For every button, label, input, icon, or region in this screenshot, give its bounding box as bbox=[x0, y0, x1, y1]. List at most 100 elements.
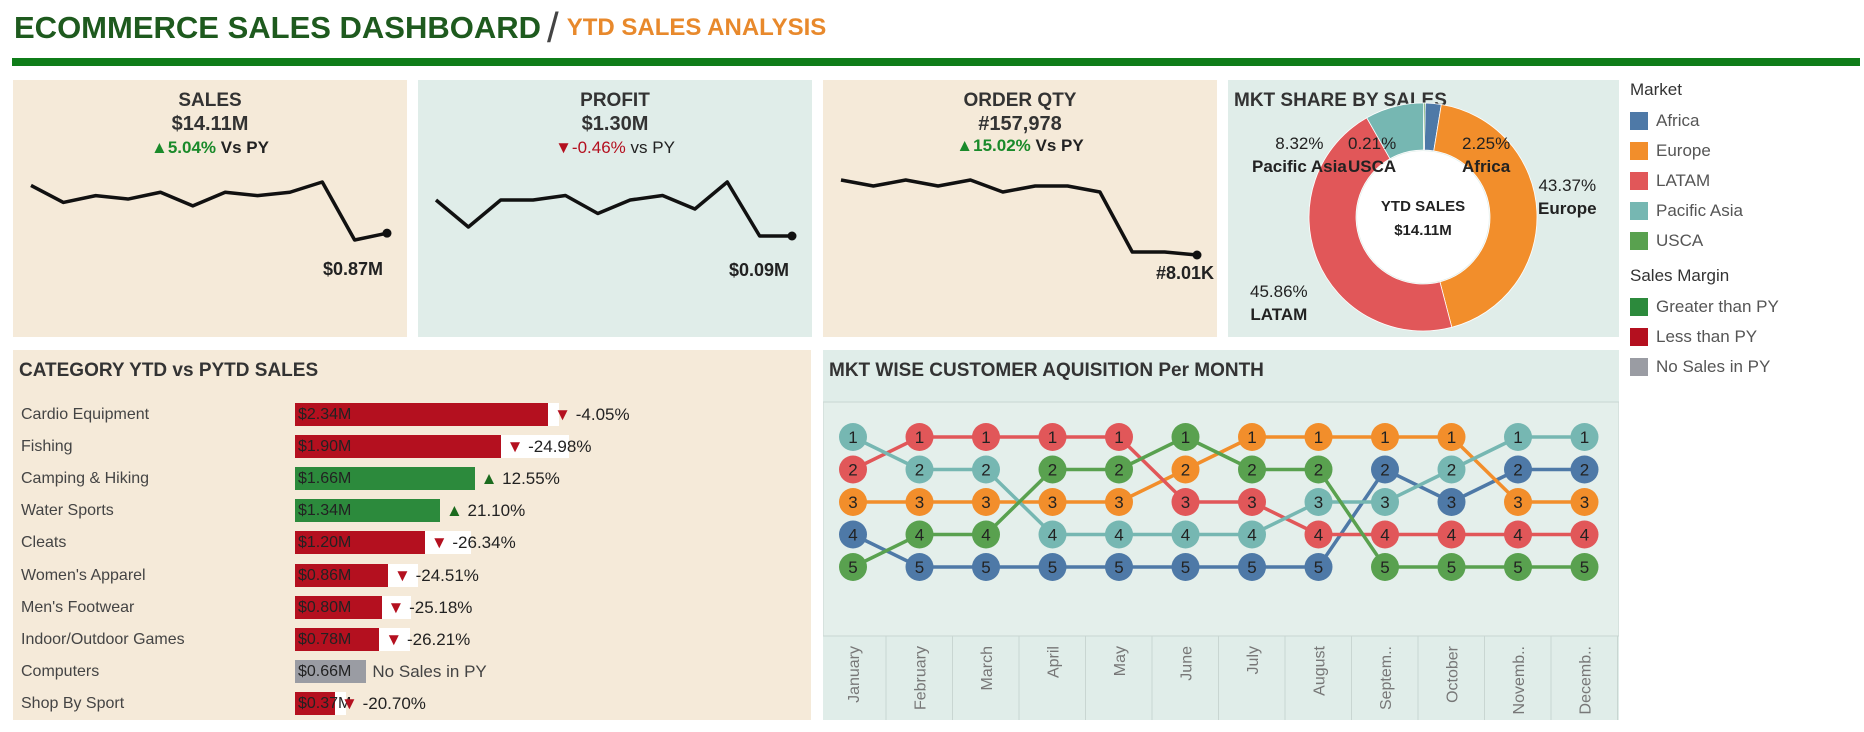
legend-label: Africa bbox=[1656, 111, 1700, 130]
kpi-card-order-qty[interactable]: ORDER QTY #157,978 ▲15.02% Vs PY #8.01K bbox=[823, 80, 1217, 337]
orders-trend-line bbox=[840, 178, 1198, 257]
legend-market-europe[interactable]: Europe bbox=[1630, 136, 1860, 166]
bump-rank-label: 4 bbox=[1513, 526, 1522, 545]
acquisition-panel: MKT WISE CUSTOMER AQUISITION Per MONTH 4… bbox=[823, 350, 1619, 720]
kpi-card-profit[interactable]: PROFIT $1.30M ▼-0.46% vs PY $0.09M bbox=[418, 80, 812, 337]
bump-rank-label: 5 bbox=[1447, 558, 1456, 577]
kpi-sales-last-value: $0.87M bbox=[323, 259, 384, 279]
kpi-profit-last-value: $0.09M bbox=[729, 260, 790, 280]
market-share-panel: MKT SHARE BY SALES YTD SALES $14.11M 8.32… bbox=[1228, 80, 1619, 337]
legend-swatch bbox=[1630, 142, 1648, 160]
donut-center-title: YTD SALES bbox=[1381, 198, 1465, 215]
bump-rank-label: 3 bbox=[1513, 493, 1522, 512]
bump-rank-label: 4 bbox=[1114, 526, 1123, 545]
category-change: ▼ -25.18% bbox=[388, 598, 473, 618]
bump-rank-label: 4 bbox=[915, 526, 924, 545]
category-row[interactable]: Cleats $1.20M ▼ -26.34% bbox=[13, 530, 811, 557]
legend-margin-no-sales-in-py[interactable]: No Sales in PY bbox=[1630, 352, 1860, 382]
category-row[interactable]: Water Sports $1.34M ▲ 21.10% bbox=[13, 498, 811, 525]
donut-center-value: $14.11M bbox=[1394, 222, 1452, 239]
donut-pct-latam: 45.86% bbox=[1250, 282, 1308, 301]
category-change: No Sales in PY bbox=[372, 662, 486, 682]
legend-swatch bbox=[1630, 232, 1648, 250]
donut-pct-pacific-asia: 8.32% bbox=[1275, 134, 1324, 153]
category-ytd-value: $1.34M bbox=[298, 502, 352, 520]
legend-swatch bbox=[1630, 172, 1648, 190]
bump-rank-label: 3 bbox=[915, 493, 924, 512]
category-name: Fishing bbox=[21, 438, 73, 456]
donut-name-latam: LATAM bbox=[1250, 305, 1308, 324]
bump-rank-label: 2 bbox=[1314, 461, 1323, 480]
legend-margin-less-than-py[interactable]: Less than PY bbox=[1630, 322, 1860, 352]
profit-trend-last-point bbox=[787, 231, 797, 241]
legend-label: Less than PY bbox=[1656, 327, 1758, 346]
bump-rank-label: 1 bbox=[1048, 428, 1057, 447]
donut-pct-usca: 0.21% bbox=[1348, 134, 1397, 153]
category-ytd-value: $2.34M bbox=[298, 406, 352, 423]
header-divider-bar bbox=[12, 58, 1860, 66]
category-ytd-value: $1.90M bbox=[298, 438, 352, 456]
category-change: ▼ -24.98% bbox=[507, 437, 592, 457]
category-change-value: No Sales in PY bbox=[372, 661, 487, 681]
legend-market-pacific-asia[interactable]: Pacific Asia bbox=[1630, 196, 1860, 226]
kpi-orders-last-value: #8.01K bbox=[1156, 263, 1215, 283]
category-row[interactable]: Computers $0.66M No Sales in PY bbox=[13, 659, 811, 686]
legend-market-africa[interactable]: Africa bbox=[1630, 106, 1860, 136]
category-change-value: -24.51% bbox=[415, 565, 479, 585]
bump-rank-label: 2 bbox=[1380, 461, 1389, 480]
legend-market-list: Africa Europe LATAM Pacific Asia USCA bbox=[1630, 106, 1860, 256]
bump-rank-label: 3 bbox=[981, 493, 990, 512]
legend-swatch bbox=[1630, 358, 1648, 376]
category-row[interactable]: Camping & Hiking $1.66M ▲ 12.55% bbox=[13, 466, 811, 493]
category-change-value: -26.21% bbox=[406, 629, 471, 649]
legend-label: No Sales in PY bbox=[1656, 357, 1771, 376]
legend-swatch bbox=[1630, 202, 1648, 220]
bump-rank-label: 4 bbox=[848, 526, 857, 545]
month-label: March bbox=[979, 646, 996, 690]
month-label: Septem.. bbox=[1378, 646, 1395, 710]
category-change-value: -24.98% bbox=[528, 437, 592, 457]
donut-label-africa: 2.25% Africa bbox=[1462, 132, 1510, 178]
category-ytd-value: $1.20M bbox=[298, 534, 352, 552]
bump-rank-label: 2 bbox=[1114, 461, 1123, 480]
kpi-card-sales[interactable]: SALES $14.11M ▲5.04% Vs PY $0.87M bbox=[13, 80, 407, 337]
category-row[interactable]: Shop By Sport $0.37M ▼ -20.70% bbox=[13, 691, 811, 718]
legend-market-latam[interactable]: LATAM bbox=[1630, 166, 1860, 196]
kpi-orders-sparkline bbox=[840, 178, 1202, 260]
category-name: Camping & Hiking bbox=[21, 470, 150, 488]
legend-margin-greater-than-py[interactable]: Greater than PY bbox=[1630, 292, 1860, 322]
category-change-value: -20.70% bbox=[362, 693, 426, 713]
category-ytd-value: $0.66M bbox=[298, 662, 352, 680]
kpi-sales-sparkline bbox=[30, 180, 392, 242]
bump-rank-label: 1 bbox=[1247, 428, 1256, 447]
category-row[interactable]: Indoor/Outdoor Games $0.78M ▼ -26.21% bbox=[13, 627, 811, 654]
legend-label: Greater than PY bbox=[1656, 297, 1779, 316]
category-change-value: -26.34% bbox=[452, 533, 516, 553]
category-change: ▼ -26.34% bbox=[431, 533, 516, 553]
category-ytd-value: $1.66M bbox=[298, 470, 352, 488]
donut-pct-europe: 43.37% bbox=[1538, 176, 1597, 195]
category-name: Shop By Sport bbox=[21, 694, 125, 712]
category-row[interactable]: Cardio Equipment $2.34M ▼ -4.05% bbox=[13, 402, 811, 429]
down-triangle-icon: ▼ bbox=[387, 597, 410, 617]
category-row[interactable]: Fishing $1.90M ▼ -24.98% bbox=[13, 434, 811, 461]
month-label: October bbox=[1445, 645, 1462, 703]
bump-rank-label: 4 bbox=[1580, 526, 1589, 545]
month-label: Novemb.. bbox=[1511, 646, 1528, 714]
bump-rank-label: 4 bbox=[981, 526, 990, 545]
category-row[interactable]: Women's Apparel $0.86M ▼ -24.51% bbox=[13, 563, 811, 590]
legend-label: USCA bbox=[1656, 231, 1704, 250]
bump-rank-label: 1 bbox=[1314, 428, 1323, 447]
down-triangle-icon: ▼ bbox=[506, 437, 529, 457]
acquisition-bump-chart[interactable]: 4 5 5 5 5 5 5 5 2 3 2 2 3 3 3 3 3 2 1 1 1 1 3 3 2 1 1 1 1 3 3 4 4 4 4 4 1 2 2 4… bbox=[823, 350, 1619, 720]
bump-rank-label: 3 bbox=[1314, 493, 1323, 512]
bump-rank-label: 4 bbox=[1048, 526, 1057, 545]
bump-rank-label: 5 bbox=[1380, 558, 1389, 577]
category-name: Computers bbox=[21, 662, 100, 680]
category-change-value: -4.05% bbox=[575, 405, 630, 424]
month-label: June bbox=[1179, 646, 1196, 681]
bump-rank-label: 3 bbox=[1380, 493, 1389, 512]
category-change: ▲ 21.10% bbox=[446, 501, 525, 521]
legend-market-usca[interactable]: USCA bbox=[1630, 226, 1860, 256]
category-row[interactable]: Men's Footwear $0.80M ▼ -25.18% bbox=[13, 595, 811, 622]
